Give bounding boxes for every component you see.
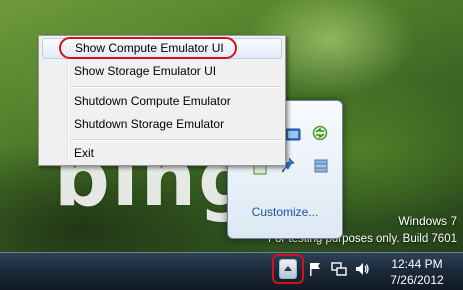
emulator-context-menu: Show Compute Emulator UI Show Storage Em…	[38, 35, 286, 166]
sync-icon[interactable]	[312, 125, 328, 141]
customize-link[interactable]: Customize...	[228, 205, 342, 219]
azure-emulator-icon[interactable]	[285, 127, 301, 143]
menu-item-exit[interactable]: Exit	[42, 143, 282, 164]
menu-item-shutdown-compute-emulator[interactable]: Shutdown Compute Emulator	[42, 91, 282, 112]
menu-separator	[70, 139, 282, 141]
network-icon[interactable]	[331, 261, 347, 277]
show-hidden-icons-button[interactable]	[279, 259, 297, 279]
menu-item-shutdown-storage-emulator[interactable]: Shutdown Storage Emulator	[42, 114, 282, 135]
menu-item-show-compute-emulator-ui[interactable]: Show Compute Emulator UI	[42, 38, 282, 59]
clock-date: 7/26/2012	[390, 273, 444, 287]
storage-icon[interactable]	[313, 158, 329, 174]
menu-item-show-storage-emulator-ui[interactable]: Show Storage Emulator UI	[42, 61, 282, 82]
chevron-up-icon	[284, 266, 292, 271]
speaker-icon[interactable]	[354, 261, 370, 277]
windows-version-watermark: Windows 7	[398, 214, 457, 228]
menu-separator	[70, 86, 282, 88]
flag-icon[interactable]	[307, 261, 323, 277]
taskbar-clock[interactable]: 12:44 PM 7/26/2012	[380, 256, 454, 288]
clock-time: 12:44 PM	[391, 257, 443, 271]
